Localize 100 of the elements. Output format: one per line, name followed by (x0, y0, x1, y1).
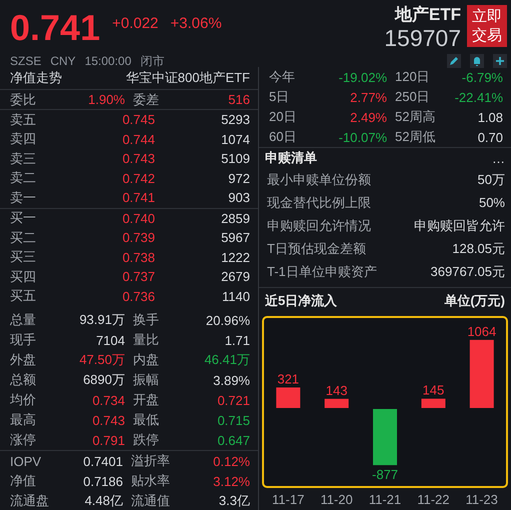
market-info: CNY (50, 54, 76, 68)
stat-label: 流通盘 (10, 492, 50, 510)
stat-value: 0.734 (91, 392, 125, 408)
fund-code: 159707 (384, 25, 461, 51)
stat-value: 4.48亿 (84, 492, 123, 510)
stat-value: 46.41万 (203, 351, 250, 369)
order-volume: 5967 (220, 230, 250, 246)
item-label: 现金替代比例上限 (266, 194, 371, 212)
item-label: T日预估现金差额 (266, 240, 366, 258)
bar (276, 387, 300, 408)
stat-label: 外盘 (10, 351, 37, 369)
data-label: -877 (372, 467, 398, 482)
stat-value: 0.791 (91, 432, 125, 448)
data-label: 1064 (467, 324, 496, 339)
section-title: 申赎清单 (265, 149, 317, 167)
stat-value: 20.96% (204, 312, 250, 328)
order-level: 买一 (10, 209, 37, 228)
order-volume: 2679 (220, 269, 250, 284)
stat-label: 总额 (10, 371, 37, 389)
order-level: 买五 (10, 287, 37, 306)
order-volume: 5293 (220, 112, 250, 128)
order-price: 0.738 (121, 250, 155, 265)
stat-label: 溢折率 (130, 452, 171, 470)
item-value: 369767.05元 (430, 262, 505, 280)
stat-value: -19.02% (338, 70, 387, 84)
bar (470, 340, 494, 408)
stat-label: 振幅 (132, 371, 160, 389)
order-price: 0.740 (121, 210, 155, 226)
order-price: 0.736 (121, 288, 155, 304)
unit-label: 单位(万元) (444, 292, 505, 310)
stat-label: 52周低 (394, 128, 436, 146)
stat-label: 52周高 (394, 108, 436, 126)
stat-value: 0.721 (216, 392, 250, 408)
data-label: 145 (422, 382, 444, 398)
axis-label: 11-17 (272, 492, 304, 506)
stat-value: 0.743 (91, 412, 125, 428)
stat-label: 内盘 (132, 351, 160, 369)
order-price: 0.742 (121, 170, 155, 186)
order-price: 0.739 (121, 230, 155, 246)
axis-label: 11-22 (417, 492, 450, 506)
edit-icon[interactable] (447, 54, 461, 68)
stat-label: 60日 (269, 128, 298, 146)
order-level: 卖一 (10, 188, 37, 207)
add-icon[interactable] (493, 54, 507, 68)
stat-value: 7104 (95, 332, 125, 348)
order-volume: 903 (227, 190, 250, 206)
axis-label: 11-21 (368, 492, 402, 506)
stat-label: 量比 (132, 331, 160, 349)
stat-label: 总量 (10, 311, 37, 329)
stat-value: 6890万 (82, 371, 125, 389)
bar (324, 398, 349, 408)
stat-label: 跌停 (132, 431, 160, 449)
fund-full-name: 华宝中证800地产ETF (126, 69, 250, 87)
market-info: 15:00:00 (84, 54, 132, 68)
stat-label: 今年 (269, 68, 296, 86)
stat-label: 最高 (10, 411, 37, 429)
market-info: 闭市 (140, 54, 164, 68)
order-price: 0.741 (121, 190, 155, 206)
order-volume: 1222 (220, 250, 250, 265)
bell-icon[interactable] (470, 54, 484, 68)
bar (373, 409, 397, 466)
nav-label[interactable]: 净值走势 (10, 69, 62, 87)
stat-value: 1.90% (87, 92, 125, 107)
order-volume: 5109 (220, 151, 250, 166)
stat-value: 1.08 (476, 110, 503, 124)
fund-name: 地产ETF (394, 5, 461, 25)
order-volume: 1074 (220, 132, 250, 147)
stat-label: 5日 (269, 88, 290, 106)
stat-value: 0.70 (476, 130, 503, 144)
stat-value: -22.41% (454, 90, 503, 104)
stat-label: 250日 (394, 88, 431, 106)
change-text: +0.022 (112, 14, 158, 34)
order-price: 0.745 (121, 112, 155, 128)
stat-value: 3.12% (212, 474, 250, 488)
stat-value: 2.77% (349, 90, 387, 104)
stat-value: 47.50万 (78, 351, 125, 369)
stat-label: 最低 (132, 411, 160, 429)
stat-value: 0.7186 (82, 474, 123, 488)
stat-value: 516 (227, 92, 250, 107)
more-button[interactable]: … (492, 150, 505, 166)
bar (421, 398, 446, 408)
axis-label: 11-20 (320, 492, 353, 506)
stat-value: 0.715 (216, 412, 250, 428)
change-percent: +3.06% (170, 14, 222, 34)
data-label: 321 (277, 371, 300, 386)
order-level: 买二 (10, 228, 37, 247)
stat-value: 1.71 (224, 332, 250, 348)
order-price: 0.737 (121, 269, 155, 284)
trade-button[interactable]: 立即交易 (467, 5, 507, 47)
order-price: 0.744 (121, 132, 155, 147)
order-level: 卖四 (10, 130, 37, 148)
item-value: 50万 (478, 170, 505, 188)
axis-label: 11-23 (466, 492, 498, 506)
stat-value: 3.89% (212, 372, 250, 388)
order-level: 买四 (10, 268, 37, 286)
item-value: 128.05元 (452, 240, 505, 258)
price-text: 0.741 (10, 8, 100, 48)
stat-value: 0.12% (212, 454, 250, 468)
order-level: 卖三 (10, 150, 37, 168)
order-level: 卖二 (10, 169, 37, 188)
